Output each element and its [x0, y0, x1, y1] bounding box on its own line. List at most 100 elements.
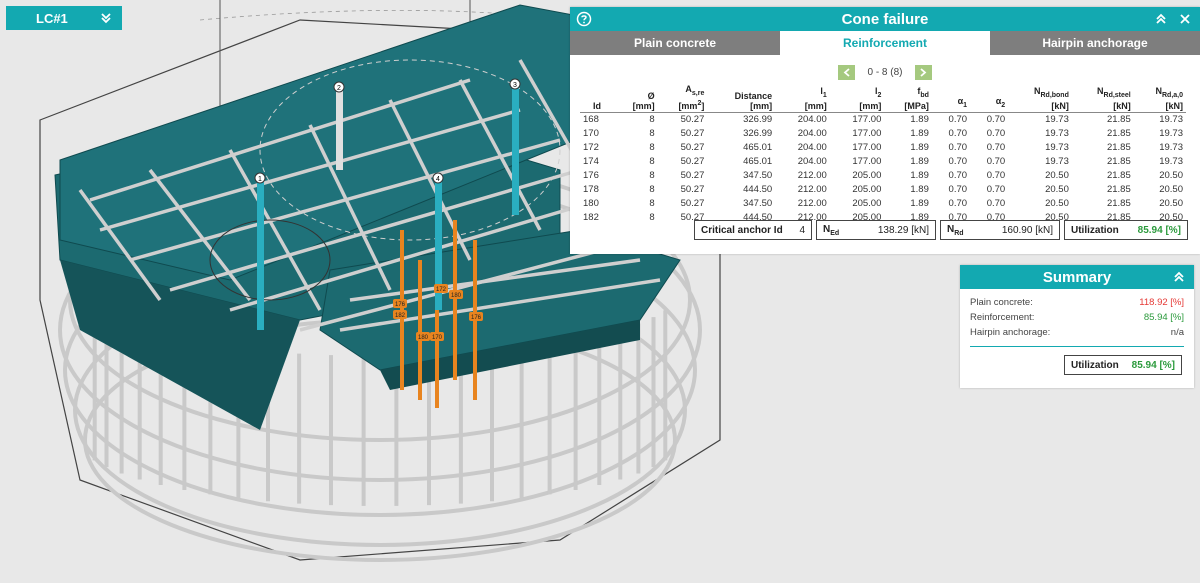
cone-failure-panel: Cone failure Plain concrete Reinforcemen… — [570, 7, 1200, 254]
summary-row-hairpin-anchorage: Hairpin anchorage: n/a — [970, 327, 1184, 338]
check-tabs: Plain concrete Reinforcement Hairpin anc… — [570, 31, 1200, 55]
table-cell: 50.27 — [680, 183, 705, 195]
svg-text:170: 170 — [432, 335, 443, 341]
utilization-value: 85.94 [%] — [1137, 224, 1181, 236]
svg-text:3: 3 — [513, 82, 517, 89]
bar-label: 176 — [469, 312, 483, 321]
col-header-nrd-bond: NRd,bond [kN] — [1008, 83, 1072, 113]
critical-anchor-value: 4 — [799, 224, 805, 236]
table-cell: 205.00 — [852, 183, 882, 195]
critical-anchor-box: Critical anchor Id 4 — [694, 220, 812, 240]
bar-label: 180 — [449, 290, 463, 299]
col-header-diameter: Ø [mm] — [614, 83, 658, 113]
close-icon[interactable] — [1178, 11, 1192, 27]
svg-text:180: 180 — [418, 335, 429, 341]
summary-divider — [970, 346, 1184, 347]
summary-header: Summary — [960, 265, 1194, 289]
table-cell: 177.00 — [852, 113, 882, 125]
table-cell: 1.89 — [910, 113, 929, 125]
table-cell: 8 — [649, 211, 655, 223]
help-icon[interactable] — [576, 11, 592, 27]
svg-text:2: 2 — [337, 85, 341, 92]
table-cell: 8 — [649, 113, 655, 125]
table-cell: 20.50 — [1159, 169, 1183, 181]
table-cell: 204.00 — [797, 155, 827, 167]
table-cell: 0.70 — [986, 141, 1006, 153]
col-header-area: As,re [mm2] — [657, 83, 708, 113]
table-cell: 444.50 — [743, 183, 773, 195]
table-cell: 19.73 — [1159, 127, 1183, 139]
table-row: 176 8 50.27 347.50 212.00 205.00 1.89 0.70 0.70 2… — [580, 169, 1186, 183]
svg-text:180: 180 — [451, 293, 462, 299]
table-row: 180 8 50.27 347.50 212.00 205.00 1.89 0.70 0.70 2… — [580, 197, 1186, 211]
table-cell: 180 — [583, 197, 599, 209]
bar-label: 176 — [393, 299, 407, 308]
nrd-value: 160.90 [kN] — [1001, 224, 1053, 236]
collapse-icon[interactable] — [1172, 269, 1186, 285]
table-cell: 8 — [649, 169, 655, 181]
cone-failure-header: Cone failure — [570, 7, 1200, 31]
load-case-selector[interactable]: LC#1 — [6, 6, 122, 30]
table-cell: 21.85 — [1106, 155, 1131, 167]
utilization-label: Utilization — [1071, 224, 1119, 236]
table-cell: 0.70 — [986, 127, 1006, 139]
table-cell: 177.00 — [852, 141, 882, 153]
table-cell: 50.27 — [680, 141, 705, 153]
table-cell: 1.89 — [910, 155, 929, 167]
summary-utilization-value: 85.94 [%] — [1131, 359, 1175, 371]
col-header-fbd: fbd [MPa] — [884, 83, 932, 113]
table-cell: 205.00 — [852, 197, 882, 209]
table-cell: 177.00 — [852, 155, 882, 167]
table-cell: 0.70 — [948, 197, 968, 209]
table-cell: 326.99 — [743, 127, 773, 139]
col-header-alpha2: α2 — [970, 83, 1009, 113]
ned-value: 138.29 [kN] — [877, 224, 929, 236]
col-header-alpha1: α1 — [931, 83, 971, 113]
table-cell: 0.70 — [986, 155, 1006, 167]
table-cell: 19.73 — [1159, 113, 1183, 125]
table-cell: 21.85 — [1106, 169, 1131, 181]
previous-page-button[interactable] — [838, 64, 856, 80]
summary-row-plain-concrete: Plain concrete: 118.92 [%] — [970, 297, 1184, 308]
svg-text:1: 1 — [258, 176, 262, 183]
table-cell: 1.89 — [910, 183, 929, 195]
table-cell: 19.73 — [1045, 155, 1069, 167]
ned-box: NEd 138.29 [kN] — [816, 220, 936, 240]
table-cell: 0.70 — [948, 127, 968, 139]
table-cell: 0.70 — [948, 183, 968, 195]
double-chevron-down-icon — [100, 12, 112, 24]
reinforcement-table: Id Ø [mm] As,re [mm2] Distance [mm] l1 [mm] … — [580, 83, 1186, 225]
next-page-button[interactable] — [914, 64, 932, 80]
tab-plain-concrete[interactable]: Plain concrete — [570, 31, 780, 55]
summary-panel: Summary Plain concrete: 118.92 [%] Reinf… — [960, 265, 1194, 388]
svg-text:176: 176 — [471, 315, 482, 321]
table-cell: 8 — [649, 197, 655, 209]
svg-text:172: 172 — [436, 287, 447, 293]
table-cell: 20.50 — [1045, 169, 1069, 181]
svg-text:4: 4 — [436, 176, 440, 183]
table-cell: 178 — [583, 183, 599, 195]
ned-label: NEd — [823, 223, 840, 237]
table-cell: 1.89 — [910, 141, 929, 153]
collapse-icon[interactable] — [1154, 11, 1168, 27]
tab-reinforcement[interactable]: Reinforcement — [780, 31, 990, 55]
table-cell: 20.50 — [1159, 197, 1183, 209]
bar-label: 172 — [434, 284, 448, 293]
table-cell: 20.50 — [1045, 183, 1069, 195]
table-cell: 20.50 — [1159, 183, 1183, 195]
tab-hairpin-anchorage[interactable]: Hairpin anchorage — [990, 31, 1200, 55]
bar-label: 182 — [393, 310, 407, 319]
table-cell: 204.00 — [797, 141, 827, 153]
anchor-label: 3 — [509, 78, 521, 90]
table-cell: 8 — [649, 141, 655, 153]
table-cell: 212.00 — [797, 169, 827, 181]
table-cell: 347.50 — [743, 169, 773, 181]
bar-label: 180 — [416, 332, 430, 341]
anchor-label: 1 — [254, 172, 266, 184]
table-cell: 8 — [649, 183, 655, 195]
table-cell: 19.73 — [1045, 141, 1069, 153]
summary-utilization-label: Utilization — [1071, 359, 1119, 371]
table-cell: 0.70 — [948, 169, 968, 181]
col-header-l1: l1 [mm] — [775, 83, 830, 113]
col-header-nrd-steel: NRd,steel [kN] — [1071, 83, 1134, 113]
